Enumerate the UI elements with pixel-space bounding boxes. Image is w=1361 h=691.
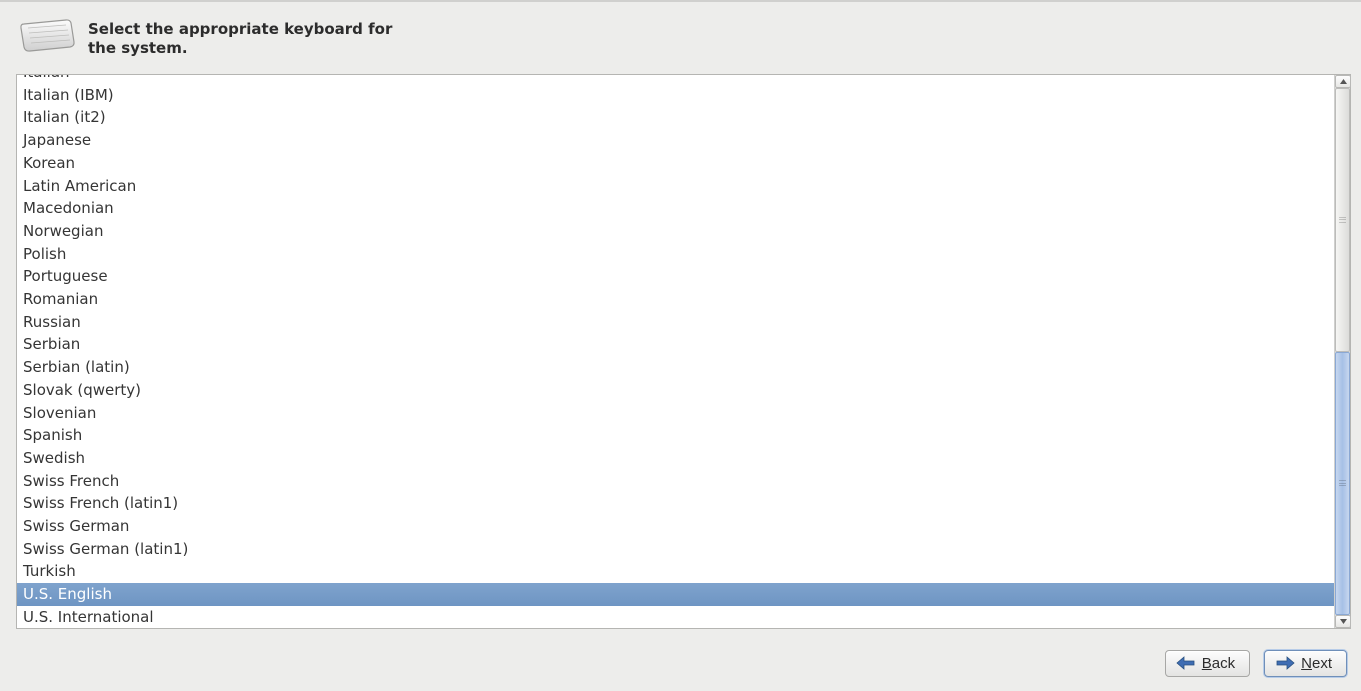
list-item[interactable]: Macedonian: [17, 197, 1334, 220]
scroll-track[interactable]: [1335, 88, 1350, 615]
list-item[interactable]: Swiss French: [17, 470, 1334, 493]
list-item[interactable]: U.S. International: [17, 606, 1334, 628]
list-item[interactable]: Korean: [17, 152, 1334, 175]
list-item[interactable]: Norwegian: [17, 220, 1334, 243]
keyboard-list-viewport[interactable]: ItalianItalian (IBM)Italian (it2)Japanes…: [17, 75, 1334, 628]
footer: Back Next: [0, 635, 1361, 691]
next-button-label: Next: [1301, 655, 1332, 672]
list-item[interactable]: Japanese: [17, 129, 1334, 152]
scroll-up-button[interactable]: [1335, 75, 1351, 88]
list-item[interactable]: Italian (it2): [17, 106, 1334, 129]
list-item[interactable]: Romanian: [17, 288, 1334, 311]
list-item[interactable]: Swiss German (latin1): [17, 538, 1334, 561]
list-item[interactable]: Swiss German: [17, 515, 1334, 538]
back-button[interactable]: Back: [1165, 650, 1250, 677]
list-item[interactable]: U.S. English: [17, 583, 1334, 606]
arrow-left-icon: [1176, 656, 1196, 670]
list-item[interactable]: Serbian (latin): [17, 356, 1334, 379]
list-item[interactable]: Italian (IBM): [17, 84, 1334, 107]
list-item[interactable]: Latin American: [17, 175, 1334, 198]
list-item[interactable]: Turkish: [17, 560, 1334, 583]
back-button-label: Back: [1202, 655, 1235, 672]
header: Select the appropriate keyboard for the …: [0, 2, 1361, 70]
scroll-thumb-upper[interactable]: [1335, 88, 1350, 352]
scroll-down-button[interactable]: [1335, 615, 1351, 628]
scroll-thumb-lower[interactable]: [1335, 352, 1350, 616]
list-item[interactable]: Slovenian: [17, 402, 1334, 425]
keyboard-listbox[interactable]: ItalianItalian (IBM)Italian (it2)Japanes…: [16, 74, 1351, 629]
list-item[interactable]: Slovak (qwerty): [17, 379, 1334, 402]
list-item[interactable]: Italian: [17, 75, 1334, 84]
arrow-right-icon: [1275, 656, 1295, 670]
list-item[interactable]: Portuguese: [17, 265, 1334, 288]
keyboard-icon: [18, 16, 76, 54]
list-item[interactable]: Swedish: [17, 447, 1334, 470]
scrollbar[interactable]: [1334, 75, 1350, 628]
list-item[interactable]: Swiss French (latin1): [17, 492, 1334, 515]
next-button[interactable]: Next: [1264, 650, 1347, 677]
list-item[interactable]: Serbian: [17, 333, 1334, 356]
list-item[interactable]: Polish: [17, 243, 1334, 266]
list-item[interactable]: Russian: [17, 311, 1334, 334]
instruction-text: Select the appropriate keyboard for the …: [88, 16, 408, 58]
list-item[interactable]: Spanish: [17, 424, 1334, 447]
